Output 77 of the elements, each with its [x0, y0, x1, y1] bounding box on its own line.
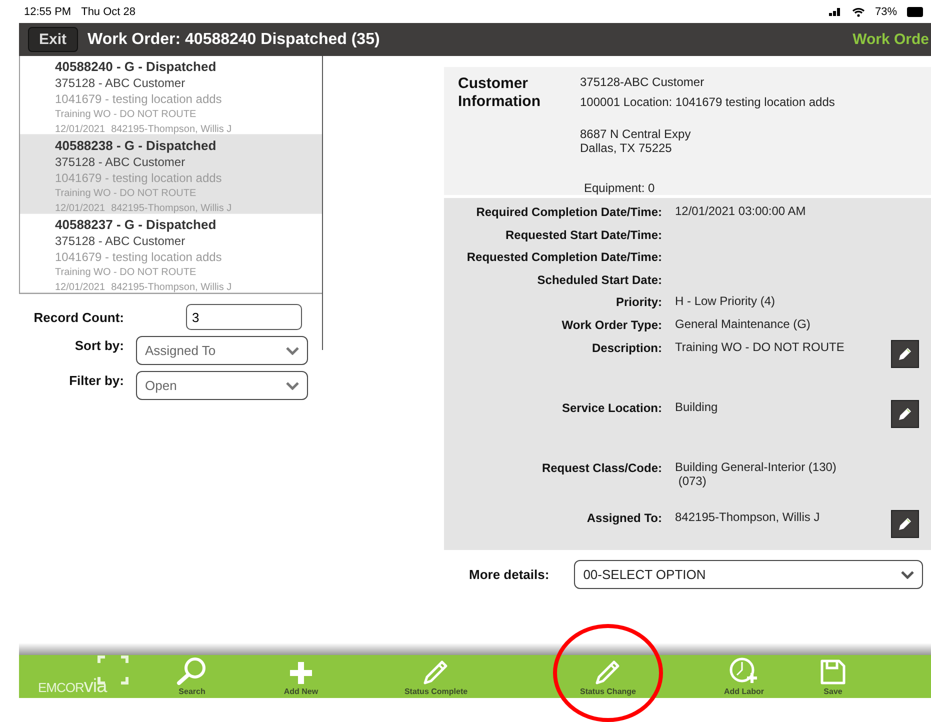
- assignee-text: 842195-Thompson, Willis J: [111, 202, 232, 216]
- edit-button[interactable]: [891, 340, 919, 368]
- edit-button[interactable]: [891, 400, 919, 428]
- record-count-label: Record Count:: [32, 309, 124, 327]
- pencil-icon: [897, 516, 913, 532]
- detail-value: General Maintenance (G): [675, 316, 812, 333]
- signal-icon: [828, 7, 842, 16]
- toolbar-button[interactable]: Status Change: [517, 655, 699, 698]
- date-text: 12/01/2021: [55, 123, 106, 137]
- work-order-title: 40588238 - G - Dispatched: [55, 137, 218, 154]
- work-order-title: 40588237 - G - Dispatched: [55, 216, 218, 233]
- address-line: Dallas, TX 75225: [580, 141, 673, 155]
- battery-percentage: 73%: [874, 6, 897, 18]
- detail-value: 12/01/2021 03:00:00 AM: [675, 203, 807, 220]
- work-order-item[interactable]: 40588238 - G - Dispatched 375128 - ABC Customer 1041679 - testing location adds Training WO - DO NOT ROUTE 12/01/2021 842195-Thompson, Willis J: [20, 135, 322, 214]
- status-time: 12:55 PM: [24, 6, 72, 18]
- customer-text: 375128 - ABC Customer: [55, 75, 186, 91]
- detail-value: Building General-Interior (130) (073): [675, 458, 838, 490]
- location-text: 1041679 - testing location adds: [55, 170, 223, 186]
- pencil-icon: [897, 406, 913, 422]
- edit-button[interactable]: [891, 510, 919, 538]
- chevron-down-icon: [286, 382, 299, 390]
- plus-icon: [289, 661, 313, 685]
- detail-label: Work Order Type:: [560, 316, 662, 334]
- address-line: 8687 N Central Expy: [580, 127, 692, 141]
- detail-value: 842195-Thompson, Willis J: [675, 508, 821, 526]
- filter-by-select[interactable]: Open: [136, 371, 308, 400]
- wifi-icon: [852, 6, 865, 16]
- toolbar-button[interactable]: Add New: [247, 655, 355, 698]
- assignee-text: 842195-Thompson, Willis J: [111, 281, 232, 295]
- location-text: 1041679 - testing location adds: [55, 249, 223, 265]
- sort-by-select[interactable]: Assigned To: [136, 336, 308, 365]
- exit-button[interactable]: Exit: [28, 27, 78, 52]
- filter-by-label: Filter by:: [68, 372, 124, 390]
- toolbar-button[interactable]: Status Complete: [355, 655, 517, 698]
- toolbar-button[interactable]: Add Labor: [699, 655, 789, 698]
- record-count-field[interactable]: 3: [186, 304, 302, 330]
- work-order-title: 40588240 - G - Dispatched: [55, 58, 218, 75]
- status-date: Thu Oct 28: [81, 6, 136, 18]
- customer-text: 375128 - ABC Customer: [55, 233, 186, 249]
- section-title: Work Orde: [852, 31, 929, 48]
- more-details-select[interactable]: 00-SELECT OPTION: [574, 560, 923, 589]
- detail-label: Request Class/Code:: [540, 460, 662, 477]
- more-details-label: More details:: [469, 567, 550, 582]
- chevron-down-icon: [901, 570, 914, 578]
- detail-label: Priority:: [614, 294, 662, 312]
- location-text: 1041679 - testing location adds: [55, 91, 223, 107]
- date-text: 12/01/2021: [55, 281, 106, 295]
- sort-by-label: Sort by:: [74, 337, 124, 355]
- detail-label: Assigned To:: [586, 510, 662, 527]
- toolbar-button[interactable]: Save: [789, 655, 877, 698]
- detail-value: Training WO - DO NOT ROUTE: [675, 338, 846, 356]
- customer-info-heading: Customer Information: [458, 75, 542, 112]
- window-title: Work Order: 40588240 Dispatched (35): [88, 30, 380, 48]
- battery-icon: [907, 6, 923, 16]
- clock-plus-icon: [729, 657, 759, 685]
- save-icon: [820, 659, 846, 685]
- toolbar-button[interactable]: Search: [137, 655, 247, 698]
- detail-label: Requested Completion Date/Time:: [466, 249, 662, 266]
- customer-location: 100001 Location: 1041679 testing location adds: [580, 95, 835, 109]
- detail-label: Scheduled Start Date:: [536, 272, 662, 289]
- date-text: 12/01/2021: [55, 202, 106, 216]
- detail-label: Service Location:: [560, 400, 662, 417]
- detail-label: Description:: [590, 340, 662, 357]
- customer-text: 375128 - ABC Customer: [55, 154, 186, 170]
- description-text: Training WO - DO NOT ROUTE: [55, 266, 198, 280]
- chevron-down-icon: [286, 346, 299, 354]
- detail-value: H - Low Priority (4): [675, 293, 776, 310]
- detail-label: Requested Start Date/Time:: [504, 226, 662, 244]
- description-text: Training WO - DO NOT ROUTE: [55, 108, 198, 122]
- pencil-icon: [897, 346, 913, 362]
- description-text: Training WO - DO NOT ROUTE: [55, 187, 198, 201]
- customer-name: 375128-ABC Customer: [580, 75, 706, 89]
- equipment-count: Equipment: 0: [584, 181, 656, 195]
- detail-label: Required Completion Date/Time:: [475, 204, 662, 221]
- assignee-text: 842195-Thompson, Willis J: [111, 123, 232, 137]
- detail-value: Building: [675, 398, 719, 416]
